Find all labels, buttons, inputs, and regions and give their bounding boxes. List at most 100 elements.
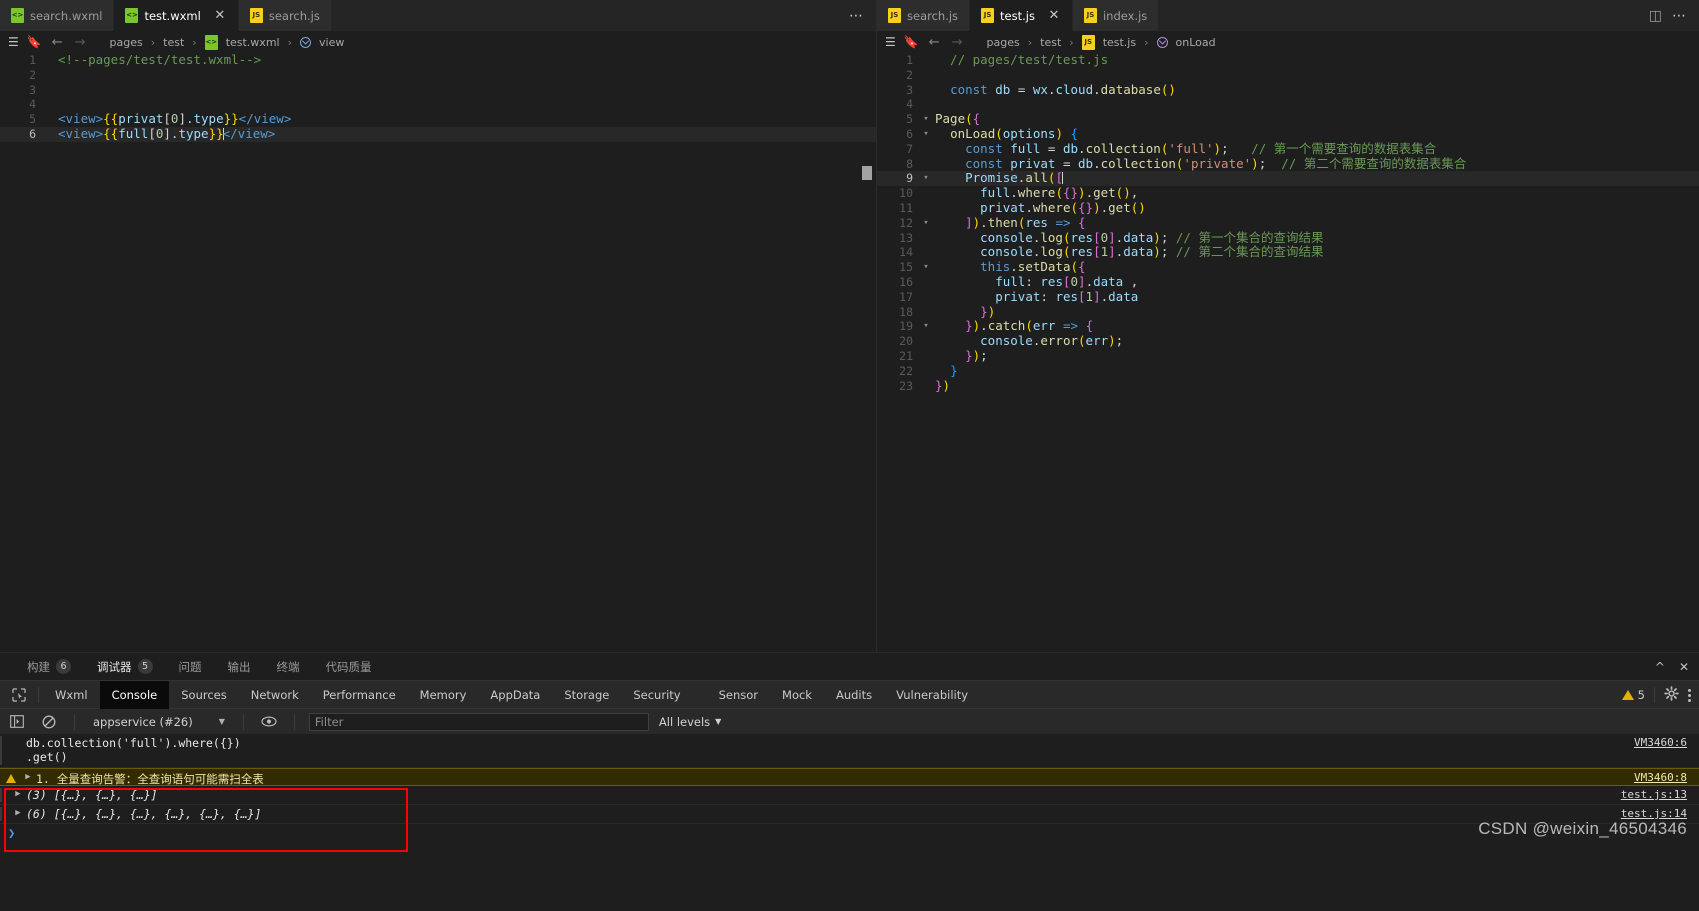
panel-tab-problems[interactable]: 问题 (166, 653, 215, 681)
devtools-tab-sources[interactable]: Sources (169, 681, 239, 709)
expand-arrow[interactable]: ▶ (10, 788, 26, 799)
show-console-sidebar-icon[interactable] (6, 712, 28, 732)
devtools-tab-vulnerability[interactable]: Vulnerability (884, 681, 980, 709)
breadcrumb-part-test[interactable]: test (163, 36, 184, 49)
kebab-menu-icon[interactable] (1688, 688, 1691, 702)
panel-actions: ^ ✕ (1655, 653, 1689, 681)
inspect-element-icon[interactable] (6, 684, 32, 706)
devtools-tab-memory[interactable]: Memory (408, 681, 479, 709)
list-outline-icon[interactable]: ☰ (8, 35, 19, 49)
expand-arrow[interactable]: ▶ (20, 771, 36, 782)
devtools-tab-console[interactable]: Console (99, 680, 170, 709)
console-context-selector[interactable]: appservice (#26) ▼ (89, 715, 229, 729)
devtools-tab-bar: Wxml Console Sources Network Performance… (0, 680, 1699, 709)
fold-toggle[interactable]: ▾ (919, 171, 933, 186)
console-row-log[interactable]: ▶ (6) [{…}, {…}, {…}, {…}, {…}, {…}] tes… (0, 805, 1699, 824)
panel-tab-label: 代码质量 (325, 659, 372, 674)
devtools-tab-wxml[interactable]: Wxml (43, 681, 100, 709)
tab-search-js[interactable]: JS search.js (238, 0, 332, 31)
fold-toggle[interactable]: ▾ (919, 216, 933, 231)
code-line: 19 ▾ }).catch(err => { (877, 318, 1699, 334)
minimap-marker[interactable] (862, 166, 872, 180)
console-source-link[interactable]: VM3460:8 (1634, 771, 1687, 784)
devtools-tab-appdata[interactable]: AppData (478, 681, 552, 709)
chevron-up-icon[interactable]: ^ (1655, 660, 1665, 674)
log-level-selector[interactable]: All levels ▼ (659, 715, 721, 729)
panel-tab-build[interactable]: 构建 6 (14, 653, 84, 681)
breadcrumb-separator: › (1027, 35, 1033, 49)
console-row-log[interactable]: ▶ (3) [{…}, {…}, {…}] test.js:13 (0, 786, 1699, 805)
console-row-source[interactable]: db.collection('full').where({}) .get() V… (0, 734, 1699, 768)
breadcrumb-separator: › (1144, 35, 1149, 49)
gear-icon[interactable] (1664, 685, 1679, 705)
devtools-tab-audits[interactable]: Audits (824, 681, 884, 709)
tab-test-js[interactable]: JS test.js ✕ (970, 0, 1073, 31)
console-output[interactable]: db.collection('full').where({}) .get() V… (0, 734, 1699, 857)
code-line: 6 <view>{{full[0].type}}</view> (0, 126, 876, 142)
tab-test-wxml[interactable]: <> test.wxml ✕ (114, 0, 239, 31)
arrow-right-icon[interactable]: → (73, 35, 88, 50)
more-actions-icon[interactable]: ⋯ (1672, 8, 1687, 24)
line-number: 6 (29, 126, 36, 141)
fold-toggle[interactable]: ▾ (919, 112, 933, 127)
list-outline-icon[interactable]: ☰ (885, 35, 896, 49)
breadcrumb-part-file[interactable]: test.js (1103, 36, 1136, 49)
breadcrumb-part-symbol[interactable]: onLoad (1176, 36, 1216, 49)
left-code-area[interactable]: 1 <!--pages/test/test.wxml--> 2 3 4 5 <v… (0, 53, 876, 652)
arrow-left-icon[interactable]: ← (927, 35, 942, 50)
live-expression-icon[interactable] (258, 712, 280, 732)
filter-input[interactable]: Filter (308, 712, 649, 731)
tab-label: search.wxml (30, 8, 103, 23)
panel-tab-terminal[interactable]: 终端 (264, 653, 313, 681)
arrow-left-icon[interactable]: ← (50, 35, 65, 50)
code-line: 13 console.log(res[0].data); // 第一个集合的查询… (877, 230, 1699, 246)
status-badge[interactable]: 5 (1621, 688, 1645, 702)
panel-tab-code-quality[interactable]: 代码质量 (313, 653, 385, 681)
breadcrumb-part-file[interactable]: test.wxml (226, 36, 280, 49)
bookmark-icon[interactable]: 🔖 (904, 35, 919, 49)
close-icon[interactable]: ✕ (1047, 9, 1061, 22)
breadcrumb-part-test[interactable]: test (1040, 36, 1061, 49)
clear-console-icon[interactable] (38, 712, 60, 732)
bookmark-icon[interactable]: 🔖 (27, 35, 42, 49)
panel-tab-debugger[interactable]: 调试器 5 (84, 653, 166, 681)
more-actions-icon[interactable]: ⋯ (849, 8, 864, 24)
tab-search-js[interactable]: JS search.js (877, 0, 971, 31)
console-input-row[interactable]: ❯ (0, 824, 1699, 844)
code-line-text: Page({ (935, 111, 981, 127)
panel-tab-output[interactable]: 输出 (215, 653, 264, 681)
devtools-tab-sensor[interactable]: Sensor (707, 681, 770, 709)
arrow-right-icon[interactable]: → (950, 35, 965, 50)
tab-search-wxml[interactable]: <> search.wxml (0, 0, 115, 31)
code-line-text: console.error(err); (980, 333, 1124, 349)
console-source-link[interactable]: test.js:13 (1621, 788, 1687, 801)
line-number: 4 (29, 97, 36, 112)
right-code-area[interactable]: 1 // pages/test/test.js 2 3 const db = w… (877, 53, 1699, 652)
line-number: 5 (906, 112, 913, 127)
breadcrumb-part-pages[interactable]: pages (110, 36, 143, 49)
code-line: 2 (877, 68, 1699, 83)
wxml-file-icon: <> (125, 8, 139, 23)
close-icon[interactable]: ✕ (1679, 660, 1689, 674)
console-source-link[interactable]: VM3460:6 (1634, 736, 1687, 749)
devtools-tab-security[interactable]: Security (621, 681, 692, 709)
fold-toggle[interactable]: ▾ (919, 260, 933, 275)
panel-tab-label: 构建 (27, 659, 50, 674)
devtools-tab-performance[interactable]: Performance (311, 681, 408, 709)
divider (293, 713, 295, 730)
js-file-icon: JS (249, 8, 263, 23)
code-line-text: // pages/test/test.js (935, 53, 1109, 67)
breadcrumb-part-symbol[interactable]: view (319, 36, 344, 49)
fold-toggle[interactable]: ▾ (919, 319, 933, 334)
breadcrumb-part-pages[interactable]: pages (987, 36, 1020, 49)
devtools-tab-storage[interactable]: Storage (552, 681, 621, 709)
console-row-warning[interactable]: ▶ 1. 全量查询告警：全查询语句可能需扫全表 VM3460:8 (0, 768, 1699, 786)
code-line: 2 (0, 68, 876, 83)
fold-toggle[interactable]: ▾ (919, 127, 933, 142)
tab-index-js[interactable]: JS index.js (1072, 0, 1160, 31)
expand-arrow[interactable]: ▶ (10, 807, 26, 818)
close-icon[interactable]: ✕ (213, 9, 227, 22)
devtools-tab-network[interactable]: Network (239, 681, 311, 709)
split-editor-icon[interactable]: ◫ (1649, 8, 1662, 24)
devtools-tab-mock[interactable]: Mock (770, 681, 824, 709)
